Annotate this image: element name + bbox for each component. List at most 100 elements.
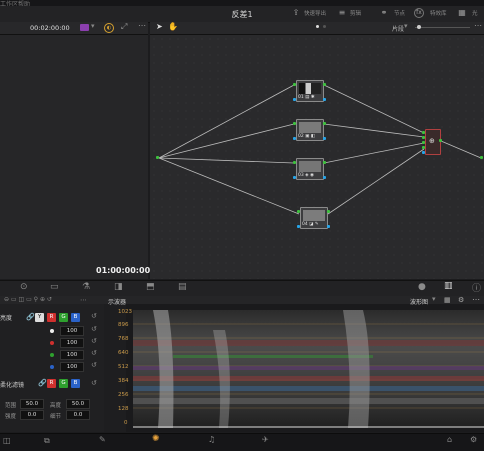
mixer-output-pin[interactable] — [439, 139, 442, 142]
reset-icon[interactable]: ↺ — [91, 361, 97, 369]
node-icon[interactable]: ⚭ — [378, 8, 390, 18]
timeline-button[interactable]: 剪辑 — [350, 9, 361, 17]
timeline-icon[interactable]: ≡ — [336, 8, 348, 18]
link-icon[interactable]: 🔗 — [26, 313, 35, 321]
node-input-pin[interactable] — [293, 122, 296, 125]
channel-g-value[interactable]: 100 — [60, 350, 84, 360]
hand-tool-icon[interactable]: ✋ — [168, 22, 178, 31]
mixer-input-pin[interactable] — [422, 146, 425, 149]
reset-icon[interactable]: ↺ — [91, 325, 97, 333]
light-button[interactable]: 光 — [472, 9, 478, 17]
channel-b-button[interactable]: B — [71, 313, 80, 322]
nodes-button[interactable]: 节点 — [394, 9, 405, 17]
node-key-output-pin[interactable] — [323, 98, 326, 101]
window-icon[interactable]: ◨ — [114, 282, 123, 292]
layer-mixer-node[interactable]: ⊕ — [425, 129, 441, 155]
node-key-output-pin[interactable] — [323, 176, 326, 179]
channel-y-value[interactable]: 100 — [60, 326, 84, 336]
deliver-page-icon[interactable]: ✈ — [262, 435, 269, 444]
channel-g-button[interactable]: G — [59, 313, 68, 322]
mixer-input-pin[interactable] — [422, 131, 425, 134]
range-value[interactable]: 50.0 — [20, 399, 44, 409]
home-icon[interactable]: ⌂ — [447, 435, 452, 444]
more-options-icon[interactable]: ⋯ — [138, 21, 146, 30]
channel-b-value[interactable]: 100 — [60, 362, 84, 372]
page-indicator-active[interactable] — [316, 25, 319, 28]
highlight-icon[interactable]: ◐ — [104, 23, 114, 33]
reset-icon[interactable]: ↺ — [91, 349, 97, 357]
detail-value[interactable]: 0.0 — [66, 410, 90, 420]
zoom-slider[interactable] — [415, 27, 470, 28]
edit-page-icon[interactable]: ✎ — [99, 435, 106, 444]
fullscreen-icon[interactable]: ⤢ — [121, 22, 127, 32]
qualifier-icon[interactable]: ⚗ — [82, 282, 90, 292]
cut-page-icon[interactable]: ⧉ — [44, 436, 50, 446]
fx-icon[interactable]: fx — [414, 8, 424, 18]
node-key-output-pin[interactable] — [323, 137, 326, 140]
reset-icon[interactable]: ↺ — [91, 312, 97, 320]
reset-icon[interactable]: ↺ — [91, 337, 97, 345]
fairlight-page-icon[interactable]: ♫ — [208, 435, 215, 444]
scope-mode-dropdown[interactable]: 波形图 — [410, 297, 428, 306]
channel-r-button[interactable]: R — [47, 313, 56, 322]
media-page-icon[interactable]: ◫ — [3, 436, 11, 445]
soften-g-button[interactable]: G — [59, 379, 68, 388]
settings-icon[interactable]: ⚙ — [470, 435, 477, 444]
effects-library-button[interactable]: 特效库 — [430, 9, 447, 17]
clip-icon[interactable] — [80, 24, 89, 31]
node-input-pin[interactable] — [293, 83, 296, 86]
node-key-input-pin[interactable] — [293, 137, 296, 140]
scopes-icon[interactable]: ▥ — [444, 281, 453, 291]
grid-icon[interactable]: ▦ — [456, 8, 468, 18]
page-indicator[interactable] — [323, 25, 326, 28]
panel-tools-icons[interactable]: ⊖ ▭ ◫ ▭ ⚲ ⊕ ↺ — [4, 296, 52, 303]
output-pin[interactable] — [480, 156, 483, 159]
blur-icon[interactable]: ▤ — [178, 282, 187, 292]
soften-r-button[interactable]: R — [47, 379, 56, 388]
node-output-pin[interactable] — [327, 210, 330, 213]
height-value[interactable]: 50.0 — [66, 399, 90, 409]
mixer-key-pin[interactable] — [422, 151, 425, 154]
channel-y-button[interactable]: Y — [35, 313, 44, 322]
raw-icon[interactable]: ▭ — [50, 282, 59, 292]
tracker-icon[interactable]: ⬒ — [146, 282, 155, 292]
node-03[interactable]: 03 ◈ ◉ — [296, 158, 324, 180]
node-01[interactable]: 01 ▤ ✱ — [296, 80, 324, 102]
link-icon[interactable]: 🔗 — [38, 379, 47, 387]
node-mode-dropdown[interactable]: 片段 — [392, 24, 404, 33]
node-editor[interactable]: 01 ▤ ✱ 02 ▣ ◧ 03 ◈ ◉ 04 ◪ ✎ ⊕ — [150, 35, 484, 279]
pointer-tool-icon[interactable]: ➤ — [156, 22, 163, 31]
info-icon[interactable]: ⓘ — [472, 281, 481, 294]
channel-r-value[interactable]: 100 — [60, 338, 84, 348]
node-input-pin[interactable] — [293, 161, 296, 164]
scope-settings-icon[interactable]: ⚙ — [458, 296, 464, 304]
node-key-input-pin[interactable] — [293, 98, 296, 101]
chevron-down-icon[interactable]: ▾ — [432, 295, 436, 303]
node-04[interactable]: 04 ◪ ✎ — [300, 207, 328, 229]
node-key-input-pin[interactable] — [297, 225, 300, 228]
export-icon[interactable]: ⇪ — [290, 8, 302, 18]
magic-mask-icon[interactable]: ● — [418, 282, 426, 292]
strength-value[interactable]: 0.0 — [20, 410, 44, 420]
node-02[interactable]: 02 ▣ ◧ — [296, 119, 324, 141]
node-key-input-pin[interactable] — [293, 176, 296, 179]
soften-b-button[interactable]: B — [71, 379, 80, 388]
node-output-pin[interactable] — [323, 122, 326, 125]
node-output-pin[interactable] — [323, 161, 326, 164]
node-key-output-pin[interactable] — [327, 225, 330, 228]
more-options-icon[interactable]: ⋯ — [80, 296, 87, 304]
more-options-icon[interactable]: ⋯ — [474, 21, 482, 30]
color-page-icon[interactable]: ✺ — [152, 434, 160, 444]
node-output-pin[interactable] — [323, 83, 326, 86]
viewer-timecode[interactable]: 00:02:00:00 — [30, 24, 70, 32]
source-pin[interactable] — [156, 156, 159, 159]
mixer-input-pin[interactable] — [422, 136, 425, 139]
mixer-input-pin[interactable] — [422, 141, 425, 144]
quick-export-button[interactable]: 快速导出 — [304, 9, 326, 17]
node-input-pin[interactable] — [297, 210, 300, 213]
chevron-down-icon[interactable]: ▾ — [91, 22, 95, 30]
reset-icon[interactable]: ↺ — [91, 379, 97, 387]
wheels-icon[interactable]: ⊙ — [20, 282, 28, 292]
chevron-down-icon[interactable]: ▾ — [404, 22, 408, 30]
more-options-icon[interactable]: ⋯ — [472, 295, 480, 304]
